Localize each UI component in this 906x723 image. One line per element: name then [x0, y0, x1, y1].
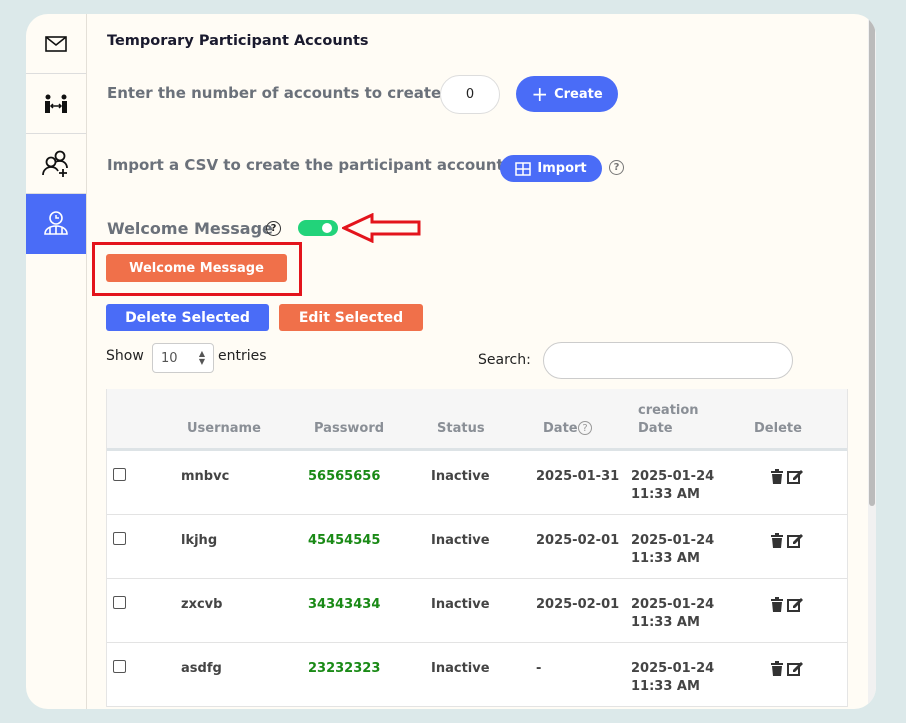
accounts-table: Username Password Status Date ? creation…	[106, 389, 848, 707]
welcome-help-icon[interactable]: ?	[266, 221, 281, 236]
status: Inactive	[431, 597, 490, 612]
date: -	[536, 661, 542, 676]
search-input[interactable]	[543, 342, 793, 379]
main-card: Temporary Participant Accounts Enter the…	[26, 14, 876, 709]
creation-date: 2025-01-24	[631, 661, 715, 676]
sidebar	[26, 14, 87, 709]
status: Inactive	[431, 661, 490, 676]
date: 2025-02-01	[536, 533, 620, 548]
trash-icon[interactable]	[771, 597, 783, 612]
create-label: Enter the number of accounts to create	[107, 84, 442, 102]
edit-icon[interactable]	[787, 533, 803, 548]
col-date[interactable]: Date	[543, 421, 578, 436]
scrollbar[interactable]	[868, 14, 876, 709]
date-help-icon[interactable]: ?	[578, 421, 592, 435]
table-row: zxcvb 34343434 Inactive 2025-02-01 2025-…	[107, 579, 847, 643]
password: 56565656	[308, 469, 381, 484]
mail-icon	[45, 35, 67, 52]
trash-icon[interactable]	[771, 533, 783, 548]
trash-icon[interactable]	[771, 469, 783, 484]
delete-selected-button[interactable]: Delete Selected	[106, 304, 269, 331]
creation-time: 11:33 AM	[631, 551, 700, 566]
import-label: Import a CSV to create the participant a…	[107, 156, 510, 174]
updown-icon: ▲ ▼	[198, 349, 205, 366]
table-icon	[515, 161, 532, 176]
password: 34343434	[308, 597, 381, 612]
creation-date: 2025-01-24	[631, 597, 715, 612]
status: Inactive	[431, 533, 490, 548]
import-help-icon[interactable]: ?	[609, 160, 624, 175]
row-checkbox[interactable]	[113, 660, 126, 673]
entries-label: entries	[218, 348, 267, 364]
edit-icon[interactable]	[787, 469, 803, 484]
show-label: Show	[106, 348, 144, 364]
edit-icon[interactable]	[787, 597, 803, 612]
sidebar-item-add-user[interactable]	[26, 134, 86, 194]
account-count-input[interactable]: 0	[440, 75, 500, 114]
search-label: Search:	[478, 352, 531, 368]
edit-icon[interactable]	[787, 661, 803, 676]
col-creation-date: Date	[638, 421, 673, 436]
table-row: asdfg 23232323 Inactive - 2025-01-24 11:…	[107, 643, 847, 707]
username: lkjhg	[181, 533, 218, 548]
row-checkbox[interactable]	[113, 468, 126, 481]
username: zxcvb	[181, 597, 223, 612]
people-exchange-icon	[45, 94, 67, 113]
password: 45454545	[308, 533, 381, 548]
password: 23232323	[308, 661, 381, 676]
creation-time: 11:33 AM	[631, 679, 700, 694]
sidebar-item-messages[interactable]	[26, 14, 86, 74]
creation-time: 11:33 AM	[631, 487, 700, 502]
col-delete: Delete	[754, 421, 802, 436]
creation-time: 11:33 AM	[631, 615, 700, 630]
table-row: lkjhg 45454545 Inactive 2025-02-01 2025-…	[107, 515, 847, 579]
welcome-toggle[interactable]	[298, 220, 338, 236]
row-checkbox[interactable]	[113, 596, 126, 609]
sidebar-item-pairs[interactable]	[26, 74, 86, 134]
col-username[interactable]: Username	[187, 421, 261, 436]
table-row: mnbvc 56565656 Inactive 2025-01-31 2025-…	[107, 451, 847, 515]
add-user-icon	[42, 150, 68, 177]
col-status[interactable]: Status	[437, 421, 485, 436]
col-password[interactable]: Password	[314, 421, 384, 436]
arrow-annotation	[342, 213, 421, 243]
clock-group-icon	[44, 211, 68, 235]
plus-icon: +	[531, 82, 549, 106]
scrollbar-thumb[interactable]	[869, 16, 875, 506]
username: asdfg	[181, 661, 222, 676]
entries-select[interactable]: 10 ▲ ▼	[152, 343, 214, 373]
row-checkbox[interactable]	[113, 532, 126, 545]
import-button[interactable]: Import	[500, 155, 602, 182]
username: mnbvc	[181, 469, 230, 484]
date: 2025-02-01	[536, 597, 620, 612]
status: Inactive	[431, 469, 490, 484]
sidebar-item-temporary-accounts[interactable]	[26, 194, 86, 254]
creation-date: 2025-01-24	[631, 469, 715, 484]
page-title: Temporary Participant Accounts	[107, 33, 369, 49]
welcome-label: Welcome Message	[107, 219, 273, 238]
edit-selected-button[interactable]: Edit Selected	[279, 304, 423, 331]
trash-icon[interactable]	[771, 661, 783, 676]
creation-date: 2025-01-24	[631, 533, 715, 548]
table-header: Username Password Status Date ? creation…	[107, 389, 847, 451]
welcome-message-button[interactable]: Welcome Message	[106, 254, 287, 282]
create-button[interactable]: + Create	[516, 76, 618, 112]
col-creation[interactable]: creation	[638, 403, 699, 418]
date: 2025-01-31	[536, 469, 620, 484]
